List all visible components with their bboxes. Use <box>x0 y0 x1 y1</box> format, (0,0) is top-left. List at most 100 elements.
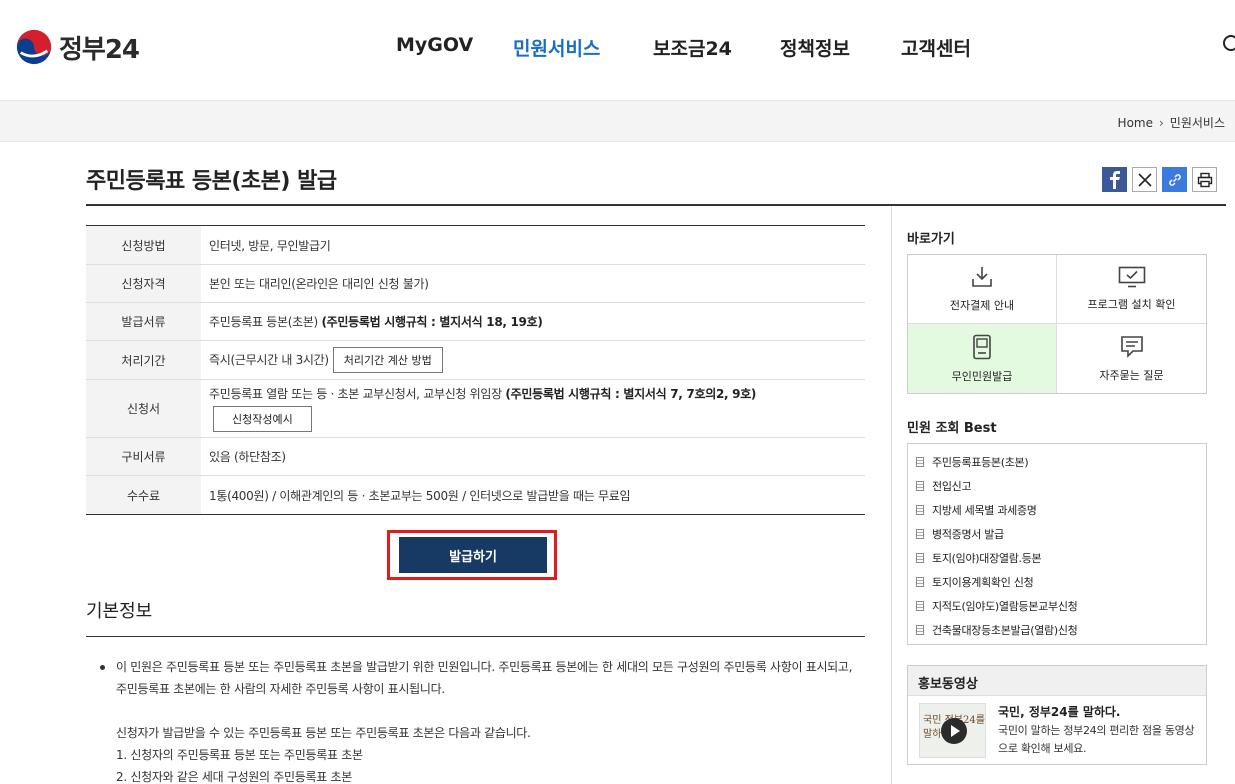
document-icon <box>916 529 924 539</box>
row-value: 주민등록표 열람 또는 등 · 초본 교부신청서, 교부신청 위임장 <box>209 387 506 401</box>
best-list-item[interactable]: 건축물대장등초본발급(열람)신청 <box>916 618 1206 642</box>
best-list-item[interactable]: 지방세 세목별 과세증명 <box>916 498 1206 522</box>
row-value-bold: (주민등록법 시행규칙 : 별지서식 7, 7호의2, 9호) <box>505 387 757 401</box>
row-value: 있음 (하단참조) <box>201 437 865 476</box>
basic-info-divider <box>86 636 865 637</box>
chevron-right-icon: › <box>1158 115 1164 130</box>
basic-info-bullet: 이 민원은 주민등록표 등본 또는 주민등록표 초본을 발급받기 위한 민원입니… <box>86 656 865 700</box>
basic-info-title: 기본정보 <box>86 601 153 622</box>
row-value: 즉시(근무시간 내 3시간) <box>209 353 329 367</box>
table-row: 구비서류 있음 (하단참조) <box>86 437 865 476</box>
table-row: 신청서 주민등록표 열람 또는 등 · 초본 교부신청서, 교부신청 위임장 (… <box>86 379 865 438</box>
document-icon <box>916 553 924 563</box>
monitor-check-icon <box>1118 266 1145 288</box>
quick-link-label: 자주묻는 질문 <box>1099 368 1164 382</box>
row-value-bold: (주민등록법 시행규칙 : 별지서식 18, 19호) <box>321 315 543 329</box>
form-example-button[interactable]: 신청작성예시 <box>213 406 312 432</box>
x-icon <box>1137 172 1152 187</box>
document-icon <box>916 577 924 587</box>
breadcrumb-current[interactable]: 민원서비스 <box>1170 114 1225 131</box>
best-list-label: 건축물대장등초본발급(열람)신청 <box>932 624 1078 637</box>
title-divider <box>86 204 1226 206</box>
promo-video-title: 홍보동영상 <box>908 666 1206 696</box>
page-title: 주민등록표 등본(초본) 발급 <box>86 169 337 194</box>
search-icon[interactable] <box>1222 34 1235 56</box>
printer-icon <box>1197 172 1212 187</box>
basic-info-item: 1. 신청자의 주민등록표 등본 또는 주민등록표 초본 <box>116 748 363 762</box>
nav-subsidy24[interactable]: 보조금24 <box>653 34 732 61</box>
row-label: 신청방법 <box>86 225 201 265</box>
quick-links-grid: 전자결제 안내 프로그램 설치 확인 무인민원발급 자주묻는 질문 <box>907 254 1207 394</box>
row-value-cell: 즉시(근무시간 내 3시간) 처리기간 계산 방법 <box>201 340 865 380</box>
site-header: 정부24 MyGOV 민원서비스 보조금24 정책정보 고객센터 <box>0 0 1235 101</box>
play-icon <box>941 718 967 744</box>
basic-info-item: 2. 신청자와 같은 세대 구성원의 주민등록표 초본 <box>116 770 352 784</box>
quick-link-program-check[interactable]: 프로그램 설치 확인 <box>1057 255 1206 324</box>
quick-link-label: 프로그램 설치 확인 <box>1087 298 1176 311</box>
table-row: 신청방법 인터넷, 방문, 무인발급기 <box>86 225 865 265</box>
table-row: 신청자격 본인 또는 대리인(온라인은 대리인 신청 불가) <box>86 264 865 303</box>
global-nav: MyGOV 민원서비스 보조금24 정책정보 고객센터 <box>0 34 1235 62</box>
row-label: 신청서 <box>86 379 201 438</box>
best-list-item[interactable]: 지적도(임야도)열람등본교부신청 <box>916 594 1206 618</box>
best-list: 주민등록표등본(초본) 전입신고 지방세 세목별 과세증명 병적증명서 발급 토… <box>907 443 1207 645</box>
row-label: 처리기간 <box>86 340 201 380</box>
best-list-item[interactable]: 전입신고 <box>916 474 1206 498</box>
best-list-item[interactable]: 병적증명서 발급 <box>916 522 1206 546</box>
quick-link-epayment[interactable]: 전자결제 안내 <box>908 255 1057 324</box>
table-row: 수수료 1통(400원) / 이해관계인의 등 · 초본교부는 500원 / 인… <box>86 475 865 515</box>
best-list-label: 토지(임야)대장열람.등본 <box>932 552 1042 565</box>
processing-time-calc-button[interactable]: 처리기간 계산 방법 <box>332 347 443 373</box>
x-share-button[interactable] <box>1132 167 1157 192</box>
best-list-label: 지적도(임야도)열람등본교부신청 <box>932 600 1078 613</box>
table-row: 발급서류 주민등록표 등본(초본) (주민등록법 시행규칙 : 별지서식 18,… <box>86 302 865 341</box>
nav-mygov[interactable]: MyGOV <box>396 34 473 56</box>
best-list-label: 지방세 세목별 과세증명 <box>932 504 1037 517</box>
nav-policy-info[interactable]: 정책정보 <box>780 34 850 61</box>
promo-video-thumbnail[interactable]: 국민 정부24를 말하다 <box>919 703 986 758</box>
quick-link-label: 무인민원발급 <box>951 369 1013 383</box>
row-label: 구비서류 <box>86 437 201 476</box>
copy-link-button[interactable] <box>1162 167 1187 192</box>
best-list-item[interactable]: 토지(임야)대장열람.등본 <box>916 546 1206 570</box>
best-list-label: 병적증명서 발급 <box>932 528 1004 541</box>
quick-link-kiosk[interactable]: 무인민원발급 <box>908 324 1057 393</box>
service-info-table: 신청방법 인터넷, 방문, 무인발급기 신청자격 본인 또는 대리인(온라인은 … <box>86 225 865 515</box>
row-value-cell: 주민등록표 열람 또는 등 · 초본 교부신청서, 교부신청 위임장 (주민등록… <box>201 379 865 438</box>
promo-video-box: 홍보동영상 국민 정부24를 말하다 국민, 정부24를 말하다. 국민이 말하… <box>907 665 1207 765</box>
basic-info-paragraph: 신청자가 발급받을 수 있는 주민등록표 등본 또는 주민등록표 초본은 다음과… <box>116 726 531 740</box>
row-label: 수수료 <box>86 475 201 515</box>
best-list-title: 민원 조회 Best <box>907 421 997 436</box>
promo-video-heading[interactable]: 국민, 정부24를 말하다. <box>998 703 1121 720</box>
document-icon <box>916 457 924 467</box>
row-label: 발급서류 <box>86 302 201 341</box>
row-value-cell: 주민등록표 등본(초본) (주민등록법 시행규칙 : 별지서식 18, 19호) <box>201 302 865 341</box>
quick-link-label: 전자결제 안내 <box>949 299 1015 312</box>
breadcrumb-home[interactable]: Home <box>1118 116 1153 130</box>
breadcrumb-bar: Home › 민원서비스 <box>0 101 1235 142</box>
best-list-label: 주민등록표등본(초본) <box>932 456 1029 469</box>
nav-civil-service[interactable]: 민원서비스 <box>513 34 600 61</box>
row-value: 주민등록표 등본(초본) <box>209 315 322 329</box>
document-icon <box>916 481 924 491</box>
row-value: 본인 또는 대리인(온라인은 대리인 신청 불가) <box>201 264 865 303</box>
share-tools <box>1102 167 1217 192</box>
link-icon <box>1168 173 1181 186</box>
column-divider <box>891 206 892 784</box>
download-icon <box>972 267 992 287</box>
promo-video-description: 국민이 말하는 정부24의 편리한 점을 동영상으로 확인해 보세요. <box>998 724 1195 755</box>
quick-link-faq[interactable]: 자주묻는 질문 <box>1057 324 1206 393</box>
print-button[interactable] <box>1192 167 1217 192</box>
facebook-share-button[interactable] <box>1102 167 1127 192</box>
quick-links-title: 바로가기 <box>907 232 955 247</box>
nav-customer-center[interactable]: 고객센터 <box>901 34 971 61</box>
kiosk-icon <box>973 334 991 359</box>
row-label: 신청자격 <box>86 264 201 303</box>
issue-button[interactable]: 발급하기 <box>399 537 547 573</box>
breadcrumb: Home › 민원서비스 <box>1118 114 1225 131</box>
best-list-item[interactable]: 토지이용계획확인 신청 <box>916 570 1206 594</box>
document-icon <box>916 601 924 611</box>
best-list-item[interactable]: 주민등록표등본(초본) <box>916 450 1206 474</box>
row-value: 인터넷, 방문, 무인발급기 <box>201 225 865 265</box>
document-icon <box>916 505 924 515</box>
